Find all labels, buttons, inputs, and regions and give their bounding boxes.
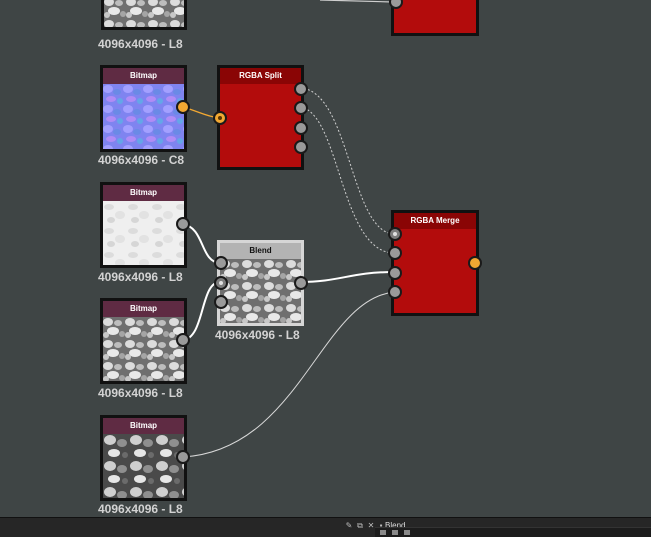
- white-bitmap-caption: 4096x4096 - L8: [98, 270, 183, 284]
- dark-bitmap-title: Bitmap: [103, 418, 184, 434]
- connection-split-g-to-merge: [299, 106, 395, 254]
- rgba-split-output-b-port[interactable]: [294, 121, 308, 135]
- connections-layer: [182, 0, 395, 458]
- stones-bitmap-node[interactable]: Bitmap: [100, 298, 187, 384]
- white-bitmap-output-port[interactable]: [176, 217, 190, 231]
- rgba-split-output-a-port[interactable]: [294, 140, 308, 154]
- normal-bitmap-node[interactable]: Bitmap: [100, 65, 187, 152]
- connection-top-line: [319, 0, 394, 3]
- rgba-split-node[interactable]: RGBA Split: [217, 65, 304, 170]
- connection-split-r-to-merge: [299, 87, 395, 235]
- connection-white-to-blend: [182, 223, 221, 264]
- blend-input-foreground-port[interactable]: [214, 256, 228, 270]
- rgba-merge-input-g-port[interactable]: [388, 246, 402, 260]
- white-bitmap-title: Bitmap: [103, 185, 184, 201]
- blend-title: Blend: [220, 243, 301, 259]
- rgba-merge-output-port[interactable]: [468, 256, 482, 270]
- toolbar-icon-1[interactable]: [380, 530, 386, 535]
- rgba-split-output-g-port[interactable]: [294, 101, 308, 115]
- blend-caption: 4096x4096 - L8: [215, 328, 300, 342]
- rgba-merge-input-b-port[interactable]: [388, 266, 402, 280]
- blend-output-port[interactable]: [294, 276, 308, 290]
- dark-bitmap-output-port[interactable]: [176, 450, 190, 464]
- normal-bitmap-caption: 4096x4096 - C8: [98, 153, 185, 167]
- stones-bitmap-title: Bitmap: [103, 301, 184, 317]
- pin-icon[interactable]: ✎: [345, 522, 353, 530]
- rgba-split-input-port[interactable]: [213, 111, 227, 125]
- close-icon[interactable]: ✕: [367, 522, 375, 530]
- stones-bitmap-output-port[interactable]: [176, 333, 190, 347]
- connection-blend-to-merge: [299, 271, 395, 283]
- top-bitmap-node[interactable]: [101, 0, 187, 30]
- stones-bitmap-caption: 4096x4096 - L8: [98, 386, 183, 400]
- rgba-merge-input-a-port[interactable]: [388, 285, 402, 299]
- top-bitmap-preview: [104, 0, 184, 27]
- rgba-split-title: RGBA Split: [220, 68, 301, 84]
- node-graph-canvas[interactable]: 4096x4096 - L8 Bitmap 4096x4096 - C8 RGB…: [0, 0, 651, 517]
- rgba-merge-node[interactable]: RGBA Merge: [391, 210, 479, 316]
- normal-bitmap-preview: [103, 84, 184, 149]
- top-bitmap-caption: 4096x4096 - L8: [98, 37, 183, 51]
- rgba-merge-input-r-port[interactable]: [388, 227, 402, 241]
- rgba-merge-title: RGBA Merge: [394, 213, 476, 229]
- toolbar-icon-2[interactable]: [392, 530, 398, 535]
- dark-bitmap-node[interactable]: Bitmap: [100, 415, 187, 501]
- top-red-node[interactable]: [391, 0, 479, 36]
- stones-bitmap-preview: [103, 317, 184, 381]
- undock-icon[interactable]: ⧉: [356, 522, 364, 530]
- white-bitmap-preview: [103, 201, 184, 265]
- white-bitmap-node[interactable]: Bitmap: [100, 182, 187, 268]
- dark-bitmap-preview: [103, 434, 184, 498]
- rgba-split-output-r-port[interactable]: [294, 82, 308, 96]
- toolbar-icon-3[interactable]: [404, 530, 410, 535]
- blend-input-background-port[interactable]: [214, 276, 228, 290]
- blend-preview: [220, 259, 301, 323]
- dark-bitmap-caption: 4096x4096 - L8: [98, 502, 183, 516]
- blend-input-mask-port[interactable]: [214, 295, 228, 309]
- normal-bitmap-title: Bitmap: [103, 68, 184, 84]
- blend-node[interactable]: Blend: [217, 240, 304, 326]
- normal-bitmap-output-port[interactable]: [176, 100, 190, 114]
